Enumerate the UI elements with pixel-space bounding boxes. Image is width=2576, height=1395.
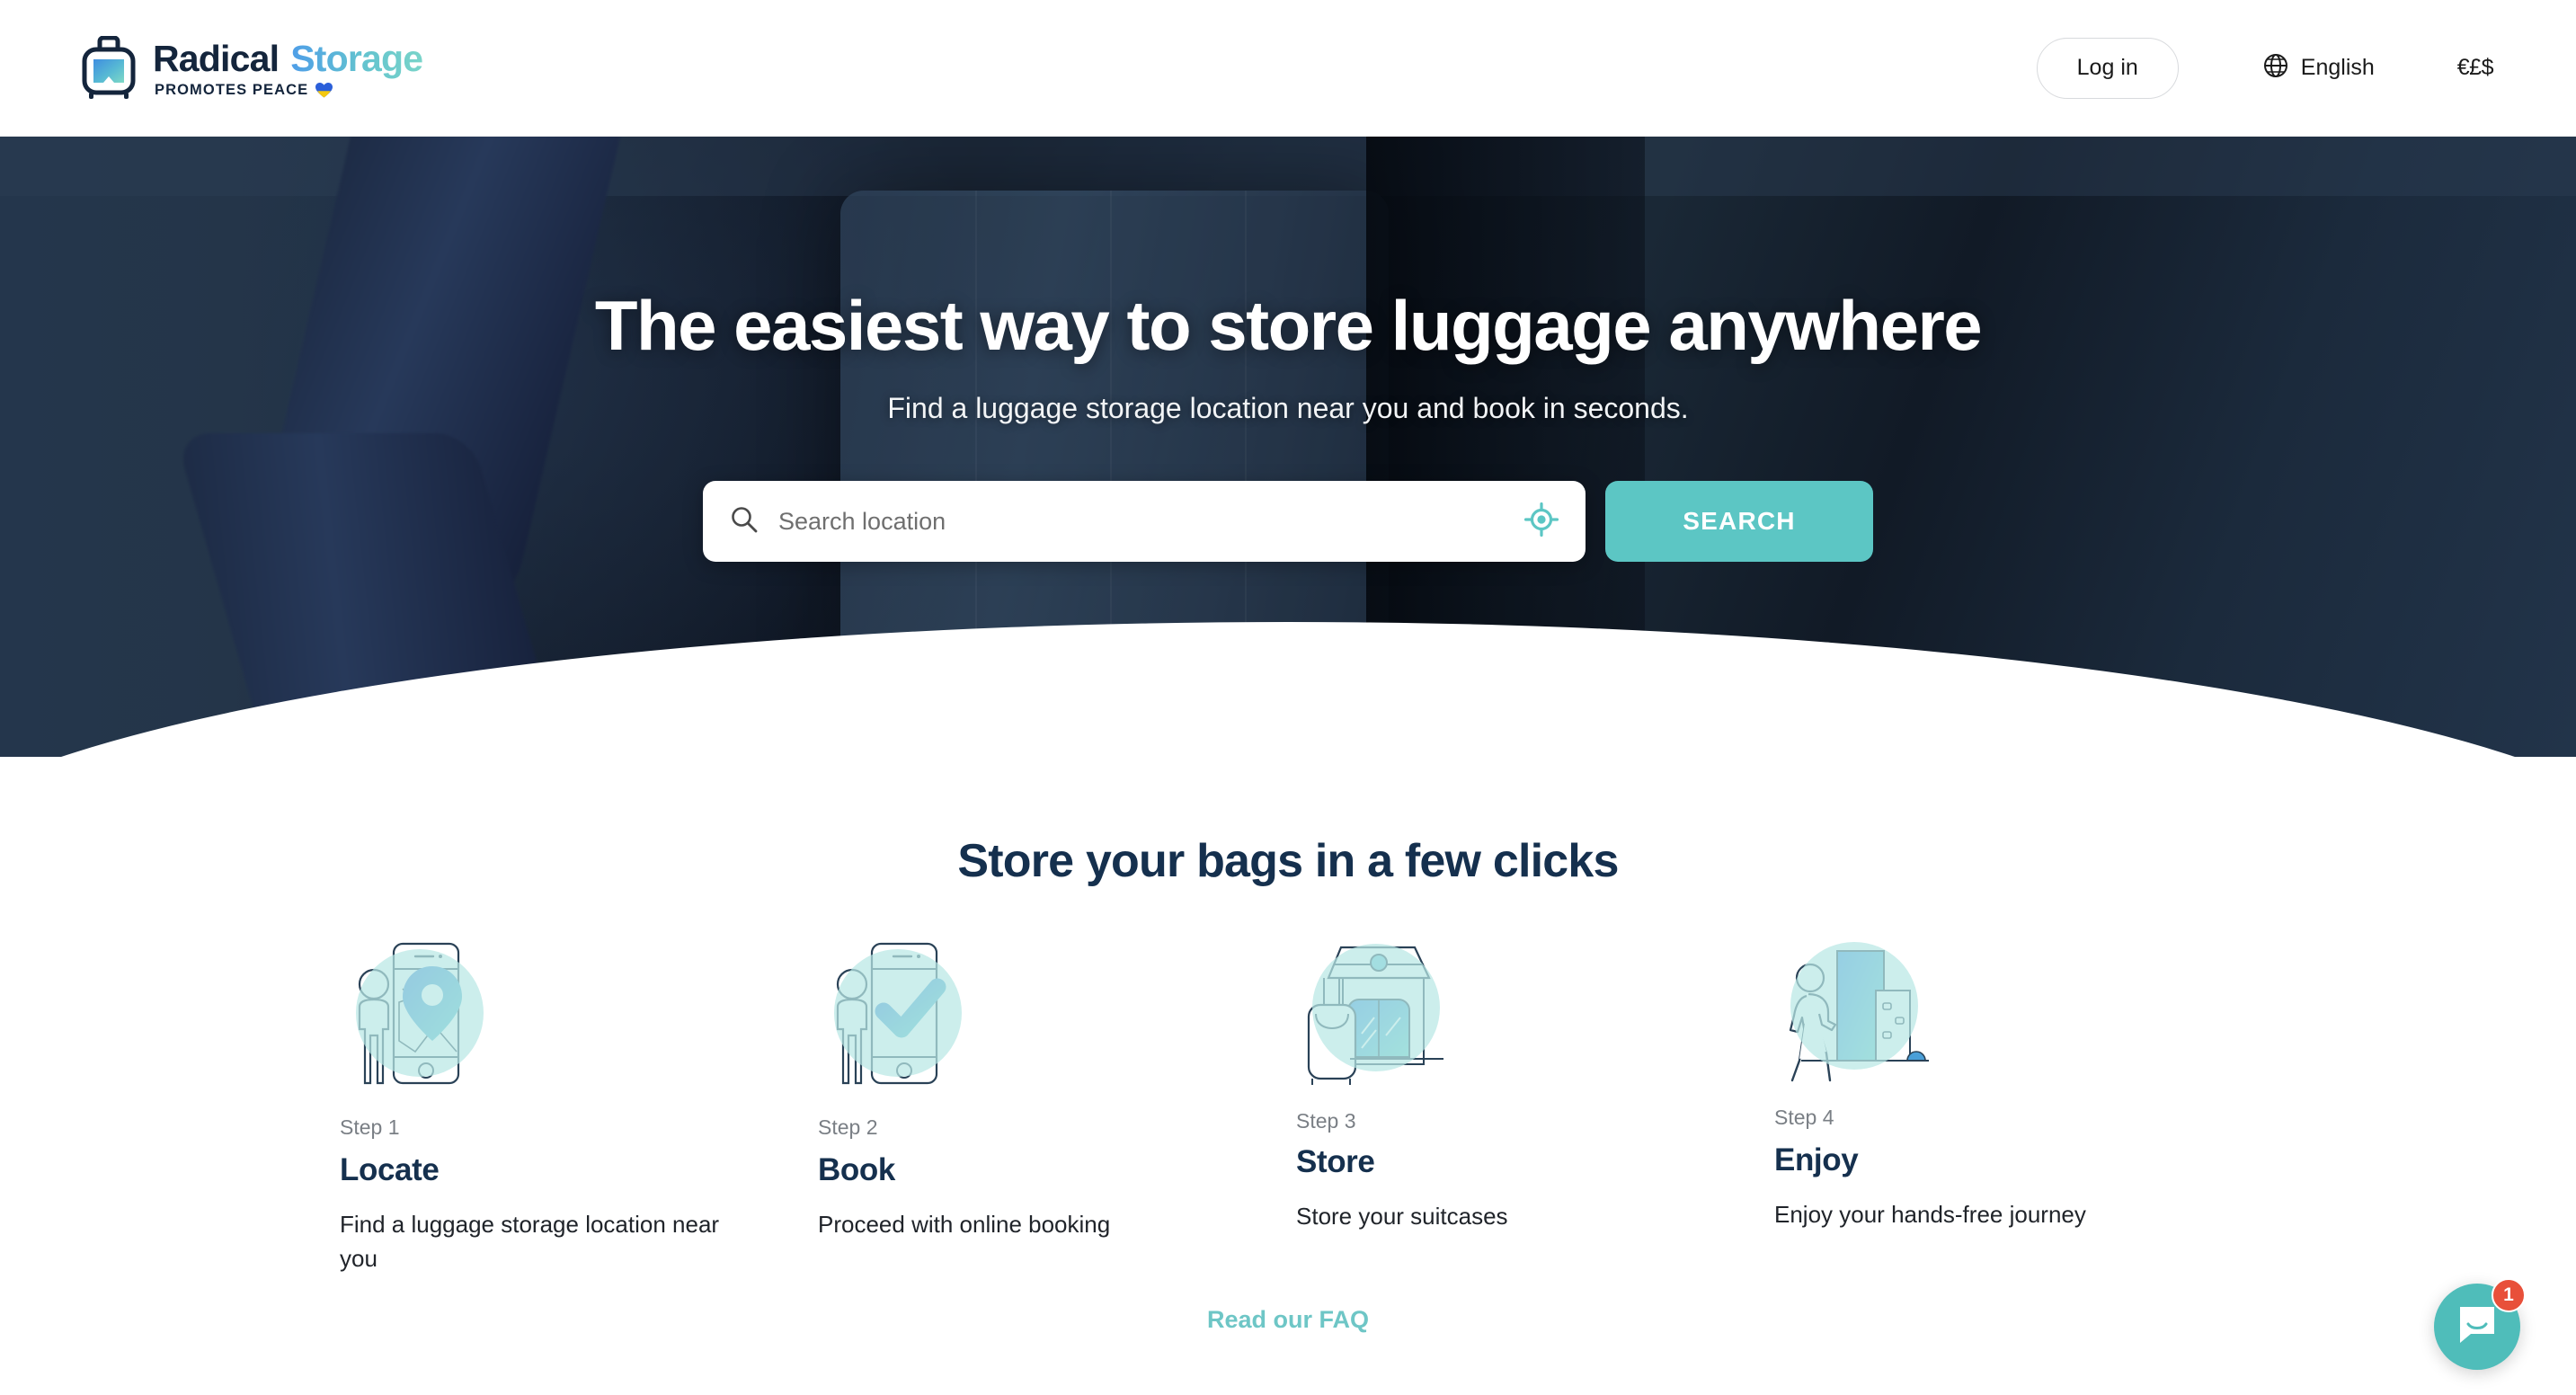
logo-text: Radical Storage PROMOTES PEACE xyxy=(153,37,423,99)
search-button[interactable]: SEARCH xyxy=(1605,481,1873,562)
site-header: Radical Storage PROMOTES PEACE Log in En… xyxy=(0,0,2576,137)
login-button[interactable]: Log in xyxy=(2036,37,2179,99)
step-title: Book xyxy=(818,1152,895,1187)
page-root: Radical Storage PROMOTES PEACE Log in En… xyxy=(0,0,2576,1395)
geolocate-icon[interactable] xyxy=(1523,502,1559,541)
logo-primary-text: Radical xyxy=(153,37,280,79)
step-card-1: Step 1 Locate Find a luggage storage loc… xyxy=(340,935,818,1275)
chat-launcher-button[interactable]: 1 xyxy=(2434,1278,2526,1370)
search-icon xyxy=(730,505,759,538)
read-faq-link[interactable]: Read our FAQ xyxy=(0,1306,2576,1334)
step-card-2: Step 2 Book Proceed with online booking xyxy=(818,935,1296,1275)
person-phone-map-pin-illustration xyxy=(340,935,818,1092)
hero-search-row: SEARCH xyxy=(703,481,1873,562)
site-logo[interactable]: Radical Storage PROMOTES PEACE xyxy=(81,35,423,101)
search-box[interactable] xyxy=(703,481,1586,562)
step-title: Store xyxy=(1296,1144,1375,1179)
step-title: Enjoy xyxy=(1774,1142,1859,1177)
person-walking-city-illustration xyxy=(1774,935,2252,1082)
header-actions: Log in English €£$ xyxy=(2036,37,2494,99)
ukraine-heart-icon xyxy=(315,82,333,98)
globe-icon xyxy=(2263,53,2288,83)
language-selector[interactable]: English xyxy=(2263,53,2375,83)
step-description: Find a luggage storage location near you xyxy=(340,1211,720,1272)
language-label: English xyxy=(2300,55,2375,80)
step-card-4: Step 4 Enjoy Enjoy your hands-free journ… xyxy=(1774,935,2252,1275)
step-description: Store your suitcases xyxy=(1296,1203,1508,1230)
step-number: Step 3 xyxy=(1296,1109,1356,1133)
chat-unread-badge: 1 xyxy=(2492,1278,2526,1312)
step-number: Step 4 xyxy=(1774,1106,1834,1129)
step-title: Locate xyxy=(340,1152,440,1187)
login-button-label: Log in xyxy=(2076,55,2138,80)
step-number: Step 2 xyxy=(818,1115,878,1139)
hero-subtitle: Find a luggage storage location near you… xyxy=(887,392,1689,424)
step-description: Enjoy your hands-free journey xyxy=(1774,1201,2086,1228)
logo-tagline: PROMOTES PEACE xyxy=(155,81,309,98)
suitcase-icon xyxy=(81,35,137,101)
step-card-3: Step 3 Store Store your suitcases xyxy=(1296,935,1774,1275)
shop-suitcase-illustration xyxy=(1296,935,1774,1086)
currency-label: €£$ xyxy=(2456,55,2494,80)
logo-secondary-text: Storage xyxy=(290,37,423,79)
hero-content: The easiest way to store luggage anywher… xyxy=(0,137,2576,757)
person-phone-checkmark-illustration xyxy=(818,935,1296,1092)
steps-section: Store your bags in a few clicks Step 1 L… xyxy=(0,757,2576,1334)
chat-bubble-icon xyxy=(2456,1305,2498,1349)
steps-grid: Step 1 Locate Find a luggage storage loc… xyxy=(0,935,2576,1275)
hero-title: The easiest way to store luggage anywher… xyxy=(594,286,1983,365)
step-number: Step 1 xyxy=(340,1115,400,1139)
steps-section-title: Store your bags in a few clicks xyxy=(957,835,1619,887)
currency-selector[interactable]: €£$ xyxy=(2456,55,2494,81)
hero-banner: The easiest way to store luggage anywher… xyxy=(0,137,2576,757)
step-description: Proceed with online booking xyxy=(818,1211,1111,1238)
search-input[interactable] xyxy=(778,507,1524,536)
